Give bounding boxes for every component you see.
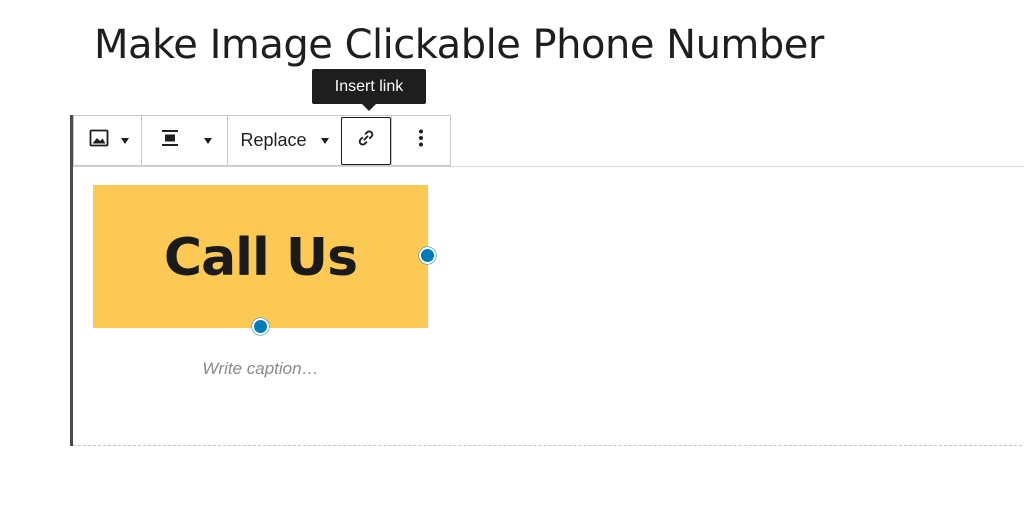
align-group [142,116,228,165]
link-group [341,116,392,165]
block-type-group [74,116,142,165]
editor-page: Make Image Clickable Phone Number Replac… [0,0,1024,513]
caption-placeholder[interactable]: Write caption… [93,359,428,379]
more-group [392,116,450,165]
replace-group: Replace [228,116,342,165]
block-outline-bottom [73,445,1024,446]
replace-button[interactable]: Replace [228,116,341,165]
insert-link-button[interactable] [341,116,391,165]
chevron-down-icon [320,137,329,144]
link-icon [355,127,377,154]
replace-label: Replace [240,130,307,150]
resize-handle-bottom[interactable] [252,318,269,335]
more-vertical-icon [409,126,433,155]
block-toolbar: Replace [73,115,451,166]
align-center-icon [158,126,182,155]
image-icon [87,126,111,155]
chevron-down-icon [203,137,212,144]
block-type-button[interactable] [74,116,141,165]
image-text: Call Us [163,227,358,288]
align-button[interactable] [142,116,227,165]
page-title: Make Image Clickable Phone Number [94,22,824,68]
insert-link-tooltip: Insert link [312,69,426,111]
resize-handle-right[interactable] [419,247,436,264]
call-us-image[interactable]: Call Us [93,185,428,328]
chevron-down-icon [120,137,129,144]
block-outline-top [73,166,1024,167]
more-options-button[interactable] [392,116,450,165]
